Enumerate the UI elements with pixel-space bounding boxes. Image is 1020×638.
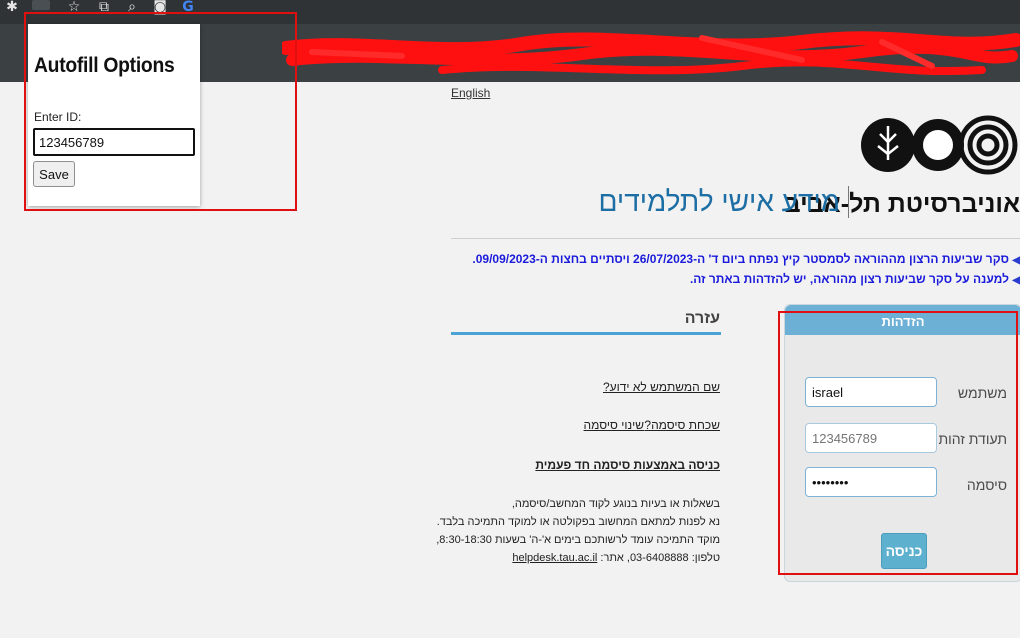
help-phone-text: טלפון: 03-6408888, אתר: [597, 552, 720, 564]
help-title: עזרה [684, 310, 720, 327]
camera-icon[interactable]: ◙ [152, 0, 168, 16]
university-name: אוניברסיטת תל-אביב [784, 190, 1020, 218]
forgot-password-link[interactable]: שכחת סיסמה? [644, 418, 720, 432]
id-input[interactable] [33, 128, 195, 156]
extension-icon[interactable] [32, 0, 50, 10]
id-number-input [805, 423, 937, 453]
login-panel: הזדהות משתמש תעודת זהות סיסמה כניסה [784, 304, 1020, 582]
triangle-bullet-icon: ◀ [1012, 275, 1020, 286]
help-info-contact: טלפון: 03-6408888, אתר: helpdesk.tau.ac.… [512, 550, 720, 567]
forgot-username-link[interactable]: שם המשתמש לא ידוע? [603, 380, 720, 394]
share-icon[interactable]: ⧉ [96, 0, 112, 16]
google-icon[interactable]: G [180, 0, 196, 16]
triangle-bullet-icon: ◀ [1012, 255, 1020, 266]
save-button[interactable]: Save [33, 161, 75, 187]
popup-title: Autofill Options [34, 54, 175, 77]
header-divider [451, 238, 1020, 239]
search-icon[interactable]: ⌕ [124, 0, 140, 16]
login-submit-button[interactable]: כניסה [881, 533, 927, 569]
english-link[interactable]: English [451, 86, 490, 100]
username-label: משתמש [957, 385, 1007, 401]
otp-login-link[interactable]: כניסה באמצעות סיסמה חד פעמית [535, 458, 720, 472]
notice-login: ◀ למענה על סקר שביעות רצון מהוראה, יש לה… [500, 272, 1020, 286]
help-underline [451, 332, 721, 335]
id-label: Enter ID: [34, 110, 82, 124]
helpdesk-link[interactable]: helpdesk.tau.ac.il [512, 552, 597, 564]
password-input[interactable] [805, 467, 937, 497]
page-title: מידע אישי לתלמידים [598, 186, 840, 217]
password-label: סיסמה [966, 477, 1007, 493]
notice-text-1: סקר שביעות הרצון מההוראה לסמסטר קיץ נפתח… [472, 252, 1009, 266]
help-info-1: בשאלות או בעיות בנוגע לקוד המחשב/סיסמה, [511, 498, 720, 510]
autofill-options-popup: Autofill Options Enter ID: Save [28, 24, 200, 206]
puzzle-icon[interactable]: ✱ [4, 0, 20, 16]
notice-text-2: למענה על סקר שביעות רצון מהוראה, יש להזד… [689, 272, 1009, 286]
id-number-label: תעודת זהות [938, 431, 1007, 447]
username-input[interactable] [805, 377, 937, 407]
notice-survey: ◀ סקר שביעות הרצון מההוראה לסמסטר קיץ נפ… [472, 252, 1020, 266]
title-divider [848, 186, 849, 218]
help-info-2: נא לפנות למתאם המחשוב בפקולטה או למוקד ה… [436, 516, 720, 528]
tau-logo-icon [861, 115, 1018, 175]
change-password-link[interactable]: שינוי סיסמה [584, 418, 644, 432]
star-icon[interactable]: ☆ [66, 0, 82, 16]
help-info-3: מוקד התמיכה עומד לרשותכם בימים א'-ה' בשע… [436, 534, 720, 546]
redaction-scribble [282, 31, 1020, 76]
login-header: הזדהות [785, 305, 1020, 335]
